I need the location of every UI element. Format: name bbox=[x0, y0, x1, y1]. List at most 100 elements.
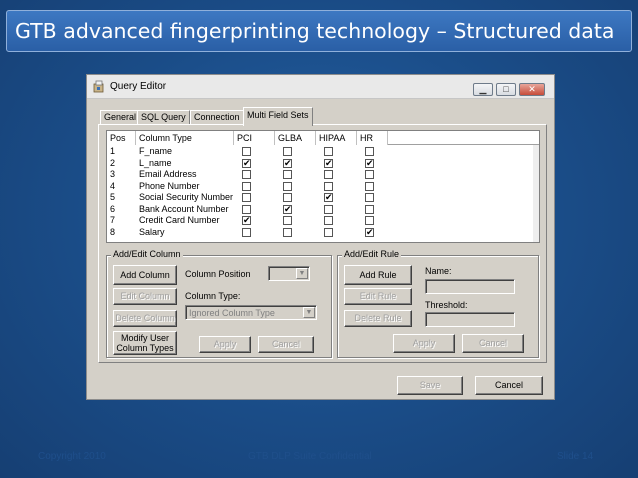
header-hipaa[interactable]: HIPAA bbox=[316, 131, 357, 145]
header-hr[interactable]: HR bbox=[357, 131, 388, 145]
table-row[interactable]: 6 Bank Account Number ✔ bbox=[107, 204, 539, 215]
maximize-button[interactable]: □ bbox=[496, 83, 516, 96]
glba-checkbox[interactable]: ✔ bbox=[283, 204, 292, 214]
modify-line-2: Column Types bbox=[116, 343, 174, 353]
hipaa-checkbox[interactable]: ✔ bbox=[324, 158, 333, 168]
minimize-button[interactable]: ▁ bbox=[473, 83, 493, 96]
header-pci[interactable]: PCI bbox=[234, 131, 275, 145]
table-row[interactable]: 1 F_name bbox=[107, 146, 539, 157]
row-pos: 3 bbox=[110, 169, 116, 179]
glba-checkbox[interactable] bbox=[283, 181, 292, 191]
pci-checkbox[interactable] bbox=[242, 227, 251, 237]
rule-apply-button[interactable]: Apply bbox=[393, 334, 455, 353]
add-rule-button[interactable]: Add Rule bbox=[344, 265, 412, 285]
column-position-select[interactable]: ▼ bbox=[268, 266, 310, 281]
glba-checkbox[interactable]: ✔ bbox=[283, 158, 292, 168]
pci-checkbox[interactable]: ✔ bbox=[242, 158, 251, 168]
cancel-button[interactable]: Cancel bbox=[475, 376, 543, 395]
hr-checkbox[interactable] bbox=[365, 193, 374, 202]
grid-header: Pos Column Type PCI GLBA HIPAA HR bbox=[107, 131, 539, 145]
slide-title: GTB advanced fingerprinting technology –… bbox=[6, 10, 632, 52]
row-pos: 1 bbox=[110, 146, 116, 156]
row-column-type: Credit Card Number bbox=[139, 215, 220, 225]
row-column-type: L_name bbox=[139, 157, 172, 168]
glba-checkbox[interactable] bbox=[283, 227, 292, 237]
hr-checkbox[interactable] bbox=[365, 216, 374, 225]
column-type-select[interactable]: Ignored Column Type ▼ bbox=[185, 305, 317, 320]
rule-name-field[interactable] bbox=[425, 279, 515, 294]
hipaa-checkbox[interactable] bbox=[324, 216, 333, 225]
tab-sql-query[interactable]: SQL Query bbox=[137, 110, 190, 125]
tab-general[interactable]: General bbox=[100, 110, 141, 125]
add-edit-rule-label: Add/Edit Rule bbox=[342, 249, 402, 259]
window-titlebar[interactable]: Query Editor ▁ □ ✕ bbox=[87, 75, 554, 99]
app-icon bbox=[93, 80, 104, 93]
field-sets-grid[interactable]: Pos Column Type PCI GLBA HIPAA HR 1 F_nam… bbox=[106, 130, 540, 243]
hr-checkbox[interactable] bbox=[365, 170, 374, 179]
edit-rule-button[interactable]: Edit Rule bbox=[344, 288, 412, 305]
chevron-down-icon: ▼ bbox=[303, 307, 315, 318]
footer-copyright: Copyright 2010 bbox=[38, 451, 106, 462]
column-type-value: Ignored Column Type bbox=[189, 308, 275, 318]
tab-connection[interactable]: Connection bbox=[190, 110, 244, 125]
header-column-type[interactable]: Column Type bbox=[136, 131, 234, 145]
column-cancel-button[interactable]: Cancel bbox=[258, 336, 314, 353]
row-pos: 7 bbox=[110, 215, 116, 225]
tab-multi-field-sets[interactable]: Multi Field Sets bbox=[243, 107, 313, 126]
header-glba[interactable]: GLBA bbox=[275, 131, 316, 145]
multi-field-sets-panel: Pos Column Type PCI GLBA HIPAA HR 1 F_nam… bbox=[98, 124, 547, 363]
delete-rule-button[interactable]: Delete Rule bbox=[344, 310, 412, 327]
close-button[interactable]: ✕ bbox=[519, 83, 545, 96]
table-row[interactable]: 8 Salary ✔ bbox=[107, 227, 539, 238]
hipaa-checkbox[interactable] bbox=[324, 170, 333, 179]
table-row[interactable]: 4 Phone Number bbox=[107, 181, 539, 192]
rule-name-label: Name: bbox=[425, 266, 452, 276]
glba-checkbox[interactable] bbox=[283, 170, 292, 179]
row-pos: 8 bbox=[110, 226, 116, 237]
pci-checkbox[interactable]: ✔ bbox=[242, 216, 251, 225]
hr-checkbox[interactable] bbox=[365, 181, 374, 191]
hipaa-checkbox[interactable]: ✔ bbox=[324, 193, 333, 202]
hr-checkbox[interactable] bbox=[365, 147, 374, 156]
hipaa-checkbox[interactable] bbox=[324, 227, 333, 237]
pci-checkbox[interactable] bbox=[242, 147, 251, 156]
table-row[interactable]: 2 L_name ✔ ✔ ✔ ✔ bbox=[107, 158, 539, 169]
hipaa-checkbox[interactable] bbox=[324, 204, 333, 214]
column-type-label: Column Type: bbox=[185, 291, 241, 301]
hipaa-checkbox[interactable] bbox=[324, 147, 333, 156]
row-column-type: Email Address bbox=[139, 169, 197, 179]
table-row[interactable]: 5 Social Security Number ✔ bbox=[107, 192, 539, 203]
hr-checkbox[interactable]: ✔ bbox=[365, 227, 374, 237]
add-edit-rule-group: Add/Edit Rule Add Rule Edit Rule Delete … bbox=[337, 249, 539, 358]
chevron-down-icon: ▼ bbox=[296, 268, 308, 279]
table-row[interactable]: 7 Credit Card Number ✔ bbox=[107, 215, 539, 226]
modify-line-1: Modify User bbox=[120, 333, 169, 343]
pci-checkbox[interactable] bbox=[242, 204, 251, 214]
header-pos[interactable]: Pos bbox=[107, 131, 136, 145]
delete-column-button[interactable]: Delete Column bbox=[113, 310, 177, 327]
modify-user-column-types-button[interactable]: Modify User Column Types bbox=[113, 331, 177, 355]
glba-checkbox[interactable] bbox=[283, 193, 292, 202]
save-button[interactable]: Save bbox=[397, 376, 463, 395]
glba-checkbox[interactable] bbox=[283, 216, 292, 225]
glba-checkbox[interactable] bbox=[283, 147, 292, 156]
rule-cancel-button[interactable]: Cancel bbox=[462, 334, 524, 353]
column-apply-button[interactable]: Apply bbox=[199, 336, 251, 353]
row-column-type: F_name bbox=[139, 146, 173, 156]
footer-confidential: GTB DLP Suite Confidential bbox=[248, 451, 372, 462]
pci-checkbox[interactable] bbox=[242, 181, 251, 191]
hr-checkbox[interactable]: ✔ bbox=[365, 158, 374, 168]
grid-scrollbar[interactable] bbox=[533, 145, 539, 242]
column-position-label: Column Position bbox=[185, 269, 251, 279]
add-edit-column-group: Add/Edit Column Add Column Edit Column D… bbox=[106, 249, 332, 358]
threshold-label: Threshold: bbox=[425, 300, 468, 310]
add-column-button[interactable]: Add Column bbox=[113, 265, 177, 285]
table-row[interactable]: 3 Email Address bbox=[107, 169, 539, 180]
hipaa-checkbox[interactable] bbox=[324, 181, 333, 191]
row-pos: 6 bbox=[110, 203, 116, 214]
hr-checkbox[interactable] bbox=[365, 204, 374, 214]
pci-checkbox[interactable] bbox=[242, 193, 251, 202]
threshold-field[interactable] bbox=[425, 312, 515, 327]
edit-column-button[interactable]: Edit Column bbox=[113, 288, 177, 305]
pci-checkbox[interactable] bbox=[242, 170, 251, 179]
